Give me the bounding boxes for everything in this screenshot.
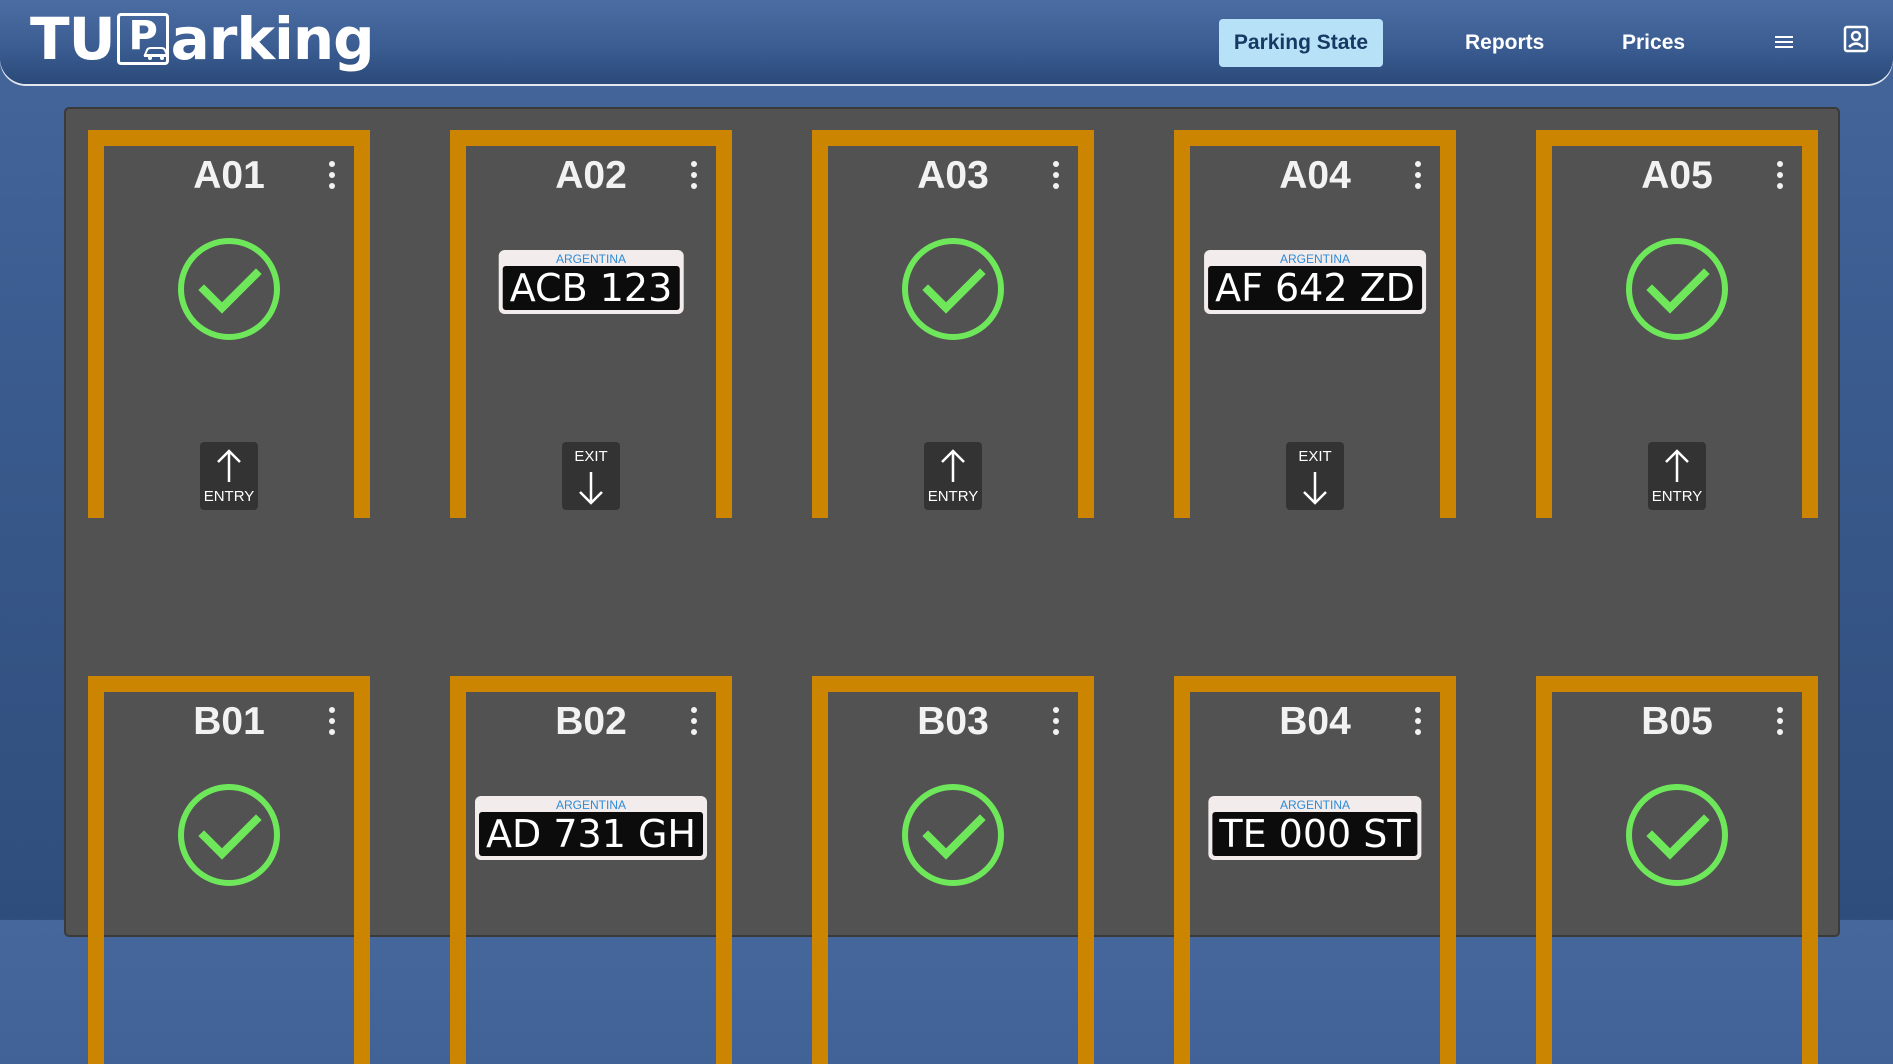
plate-number: AD 731 GH — [479, 812, 703, 856]
parking-spot-b05[interactable]: B05 — [1536, 676, 1818, 1064]
plate-country-label: ARGENTINA — [555, 798, 626, 812]
spot-id-label: A02 — [555, 154, 627, 197]
direction-label: ENTRY — [203, 488, 255, 505]
arrow-up-icon — [1665, 449, 1689, 482]
license-plate: ARGENTINA TE 000 ST — [1208, 796, 1422, 860]
spot-id-label: B05 — [1641, 700, 1713, 743]
entry-button[interactable]: ENTRY — [1648, 442, 1706, 510]
arrow-down-icon — [1303, 472, 1327, 505]
nav-reports[interactable]: Reports — [1451, 19, 1558, 67]
spot-available-check-icon — [1626, 238, 1728, 340]
spot-id-label: A04 — [1279, 154, 1351, 197]
spot-available-check-icon — [178, 784, 280, 886]
arrow-down-icon — [579, 472, 603, 505]
spot-id-label: A05 — [1641, 154, 1713, 197]
account-icon[interactable] — [1843, 25, 1869, 53]
more-options-icon[interactable] — [1414, 160, 1422, 190]
exit-button[interactable]: EXIT — [562, 442, 620, 510]
parking-spot-a04[interactable]: A04 ARGENTINA AF 642 ZD EXIT — [1174, 130, 1456, 518]
logo-text-prefix: TU — [30, 5, 116, 73]
spot-id-label: B02 — [555, 700, 627, 743]
entry-button[interactable]: ENTRY — [924, 442, 982, 510]
spot-available-check-icon — [902, 238, 1004, 340]
top-navigation-bar: TU P arking Parking State Reports Prices — [0, 0, 1893, 84]
parking-spot-b02[interactable]: B02 ARGENTINA AD 731 GH — [450, 676, 732, 1064]
direction-label: ENTRY — [927, 488, 979, 505]
spot-id-label: A03 — [917, 154, 989, 197]
parking-lot-grid: A01 ENTRY A02 ARGENTINA ACB 123 EXIT A03 ENTRY A… — [64, 107, 1840, 1064]
parking-spot-a05[interactable]: A05 ENTRY — [1536, 130, 1818, 518]
plate-country-label: ARGENTINA — [1279, 798, 1350, 812]
license-plate: ARGENTINA AD 731 GH — [475, 796, 707, 860]
nav-parking-state[interactable]: Parking State — [1219, 19, 1383, 67]
direction-label: EXIT — [574, 448, 608, 465]
car-icon — [143, 47, 169, 60]
more-options-icon[interactable] — [1052, 706, 1060, 736]
parking-spot-a02[interactable]: A02 ARGENTINA ACB 123 EXIT — [450, 130, 732, 518]
plate-number: TE 000 ST — [1212, 812, 1418, 856]
spot-available-check-icon — [902, 784, 1004, 886]
parking-spot-b03[interactable]: B03 — [812, 676, 1094, 1064]
more-options-icon[interactable] — [1776, 160, 1784, 190]
more-options-icon[interactable] — [1414, 706, 1422, 736]
parking-spot-b01[interactable]: B01 — [88, 676, 370, 1064]
app-logo[interactable]: TU P arking — [30, 4, 375, 74]
more-options-icon[interactable] — [690, 160, 698, 190]
direction-label: ENTRY — [1651, 488, 1703, 505]
more-options-icon[interactable] — [690, 706, 698, 736]
plate-number: ACB 123 — [502, 266, 680, 310]
parking-spot-a03[interactable]: A03 ENTRY — [812, 130, 1094, 518]
exit-button[interactable]: EXIT — [1286, 442, 1344, 510]
spot-available-check-icon — [1626, 784, 1728, 886]
license-plate: ARGENTINA ACB 123 — [498, 250, 684, 314]
plate-country-label: ARGENTINA — [555, 252, 627, 266]
spot-id-label: B04 — [1279, 700, 1351, 743]
logo-text-suffix: arking — [170, 5, 375, 73]
spot-available-check-icon — [178, 238, 280, 340]
license-plate: ARGENTINA AF 642 ZD — [1204, 250, 1426, 314]
more-options-icon[interactable] — [1776, 706, 1784, 736]
spot-id-label: B03 — [917, 700, 989, 743]
arrow-up-icon — [941, 449, 965, 482]
menu-icon[interactable] — [1773, 31, 1795, 53]
more-options-icon[interactable] — [1052, 160, 1060, 190]
direction-label: EXIT — [1298, 448, 1332, 465]
plate-number: AF 642 ZD — [1208, 266, 1422, 310]
more-options-icon[interactable] — [328, 706, 336, 736]
spot-id-label: A01 — [193, 154, 265, 197]
entry-button[interactable]: ENTRY — [200, 442, 258, 510]
plate-country-label: ARGENTINA — [1279, 252, 1350, 266]
more-options-icon[interactable] — [328, 160, 336, 190]
arrow-up-icon — [217, 449, 241, 482]
spot-id-label: B01 — [193, 700, 265, 743]
parking-spot-b04[interactable]: B04 ARGENTINA TE 000 ST — [1174, 676, 1456, 1064]
logo-parking-sign: P — [116, 13, 169, 65]
nav-prices[interactable]: Prices — [1608, 19, 1699, 67]
parking-spot-a01[interactable]: A01 ENTRY — [88, 130, 370, 518]
